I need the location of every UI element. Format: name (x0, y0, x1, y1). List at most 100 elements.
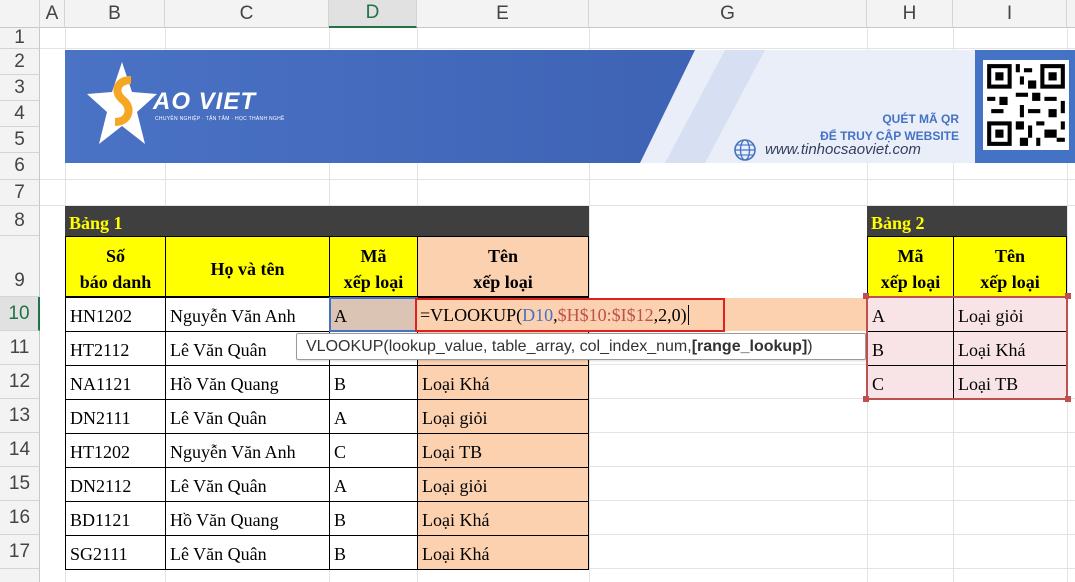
cell-text: Loại Khá (422, 544, 490, 564)
col-header-next[interactable] (1067, 0, 1075, 28)
table-cell[interactable]: A (329, 467, 418, 502)
cell-text: Loại giỏi (422, 408, 488, 428)
cell-text: Lê Văn Quân (170, 408, 267, 428)
tooltip-function-name[interactable]: VLOOKUP( (306, 338, 389, 356)
row-header-8[interactable]: 8 (0, 206, 40, 236)
col-header-a[interactable]: A (40, 0, 65, 28)
table-cell[interactable]: B (329, 535, 418, 570)
table2-header-ten[interactable]: Tên xếp loại (953, 236, 1067, 297)
tooltip-args: lookup_value, table_array, col_index_num… (388, 337, 692, 355)
row-header-4[interactable]: 4 (0, 101, 40, 127)
cell-text: Nguyễn Văn Anh (170, 442, 296, 462)
row-header-label: 8 (14, 209, 25, 231)
col-header-g[interactable]: G (589, 0, 867, 28)
function-tooltip[interactable]: VLOOKUP(lookup_value, table_array, col_i… (296, 333, 866, 360)
col-header-label: E (496, 2, 509, 24)
select-all-corner[interactable] (0, 0, 40, 28)
row-header-label: 13 (8, 404, 31, 426)
col-header-i[interactable]: I (953, 0, 1067, 28)
table-cell[interactable]: BD1121 (65, 501, 166, 536)
table-cell[interactable]: HT1202 (65, 433, 166, 468)
row-header-15[interactable]: 15 (0, 467, 40, 501)
table-cell[interactable]: Lê Văn Quân (165, 467, 330, 502)
cell-text: Loại giỏi (422, 476, 488, 496)
row-header-label: 4 (14, 102, 25, 124)
table-cell[interactable]: Nguyễn Văn Anh (165, 433, 330, 468)
row-header-17[interactable]: 17 (0, 535, 40, 569)
cell-text: HN1202 (70, 306, 132, 326)
table-cell[interactable]: HT2112 (65, 331, 166, 366)
cell-text: NA1121 (70, 374, 132, 394)
row-header-1[interactable]: 1 (0, 27, 40, 49)
row-header-3[interactable]: 3 (0, 75, 40, 101)
col-header-label: G (720, 2, 735, 24)
row-header-12[interactable]: 12 (0, 365, 40, 399)
table-cell[interactable]: DN2111 (65, 399, 166, 434)
header-text: Số (105, 245, 125, 266)
table-cell[interactable]: Loại giỏi (417, 399, 589, 434)
row-header-5[interactable]: 5 (0, 127, 40, 153)
cell-text: Loại Khá (422, 510, 490, 530)
range-handle[interactable] (1065, 396, 1071, 402)
row-header-16[interactable]: 16 (0, 501, 40, 535)
row-header-7[interactable]: 7 (0, 180, 40, 206)
table-cell[interactable]: B (329, 501, 418, 536)
row-header-10[interactable]: 10 (0, 297, 40, 331)
table1-header-sbd[interactable]: Số báo danh (65, 236, 166, 297)
table-cell[interactable]: A (329, 399, 418, 434)
tooltip-optional-arg: [range_lookup] (691, 337, 808, 355)
table-cell[interactable]: Loại TB (417, 433, 589, 468)
table-cell[interactable]: SG2111 (65, 535, 166, 570)
table-cell[interactable]: Loại Khá (417, 365, 589, 400)
table1-header-name[interactable]: Họ và tên (165, 236, 330, 297)
table-cell[interactable]: Lê Văn Quân (165, 535, 330, 570)
table-cell[interactable]: Loại Khá (417, 501, 589, 536)
range-handle[interactable] (863, 293, 869, 299)
table1-header-ten[interactable]: Tên xếp loại (417, 236, 589, 297)
header-text: Tên (994, 245, 1025, 266)
table-cell[interactable]: Loại Khá (417, 535, 589, 570)
row-header-14[interactable]: 14 (0, 433, 40, 467)
row-header-13[interactable]: 13 (0, 399, 40, 433)
table1-title-text: Bảng 1 (69, 213, 123, 233)
cell-text: HT1202 (70, 442, 130, 462)
table-cell[interactable]: NA1121 (65, 365, 166, 400)
table-cell[interactable]: B (329, 365, 418, 400)
table-cell[interactable]: C (329, 433, 418, 468)
table-cell[interactable]: Loại giỏi (417, 467, 589, 502)
formula-edit-box[interactable]: =VLOOKUP(D10, $H$10:$I$12,2,0) (415, 298, 725, 332)
table1-header-ma[interactable]: Mã xếp loại (329, 236, 418, 297)
col-header-d[interactable]: D (329, 0, 417, 28)
range-handle[interactable] (1065, 293, 1071, 299)
row-header-9[interactable]: 9 (0, 236, 40, 297)
formula-text: ,2,0) (653, 304, 687, 325)
formula-text: =VLOOKUP( (420, 304, 523, 325)
table-cell[interactable]: DN2112 (65, 467, 166, 502)
globe-icon (734, 139, 756, 161)
row-header-11[interactable]: 11 (0, 331, 40, 365)
row-header-label: 3 (14, 76, 25, 98)
table-cell[interactable]: Nguyễn Văn Anh (165, 297, 330, 332)
table-cell[interactable]: Hồ Văn Quang (165, 501, 330, 536)
row-header-2[interactable]: 2 (0, 49, 40, 75)
table-cell[interactable]: Hồ Văn Quang (165, 365, 330, 400)
range-handle[interactable] (863, 396, 869, 402)
col-header-label: A (45, 2, 59, 24)
table2-header-ma[interactable]: Mã xếp loại (867, 236, 954, 297)
col-header-c[interactable]: C (165, 0, 329, 28)
col-header-e[interactable]: E (417, 0, 589, 28)
row-header-6[interactable]: 6 (0, 153, 40, 180)
row-header-label: 14 (8, 438, 31, 460)
row-header-18[interactable] (0, 569, 40, 582)
table-cell[interactable]: HN1202 (65, 297, 166, 332)
table-cell[interactable]: Lê Văn Quân (165, 399, 330, 434)
row-header-label: 2 (14, 50, 25, 72)
table2-title-text: Bảng 2 (871, 213, 925, 233)
logo-star-icon (87, 62, 157, 144)
cell-text: DN2111 (70, 408, 131, 428)
col-header-h[interactable]: H (867, 0, 953, 28)
cell-text: B (334, 510, 347, 530)
col-header-b[interactable]: B (65, 0, 165, 28)
gridline (40, 48, 1075, 49)
header-text: Họ và tên (210, 258, 285, 279)
